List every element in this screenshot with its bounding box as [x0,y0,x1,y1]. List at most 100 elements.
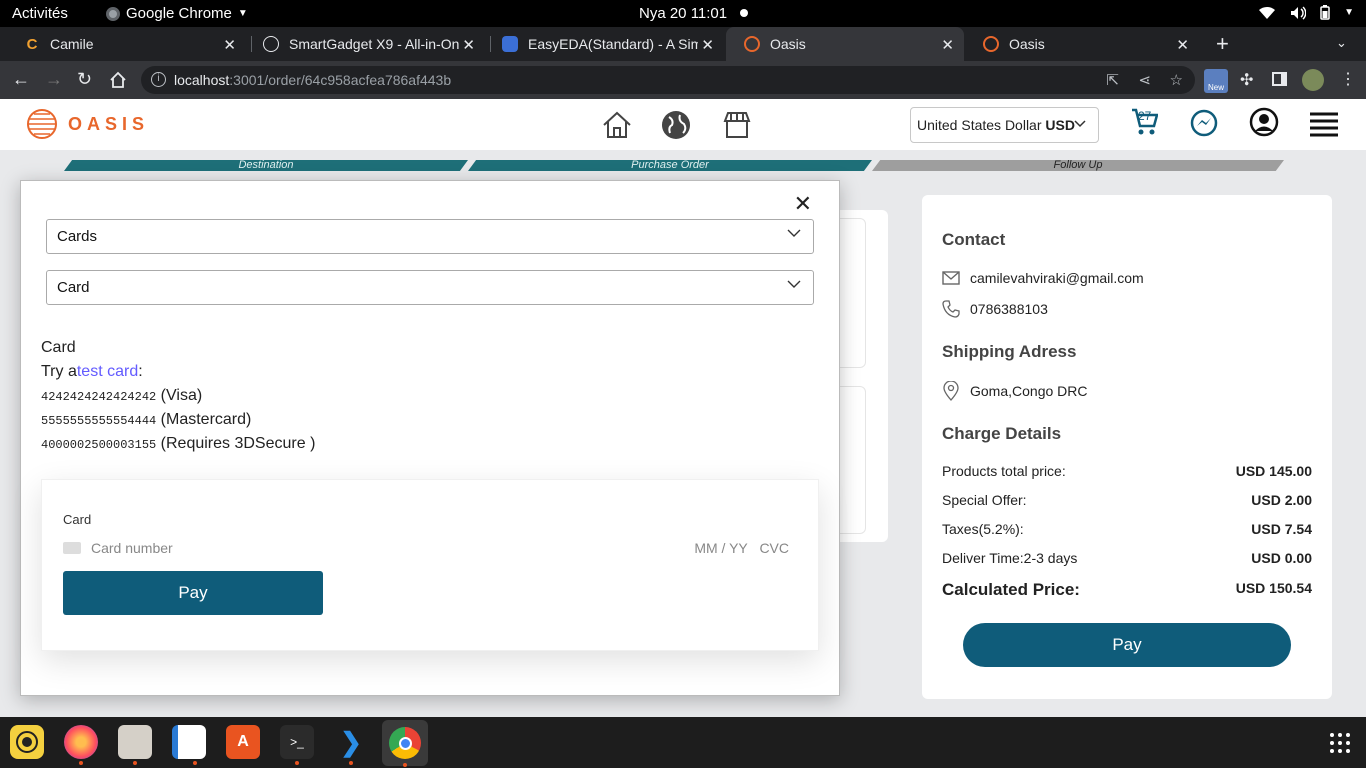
chevron-down-icon [1074,120,1086,128]
chevron-down-icon [787,229,801,237]
tab-title: Camile [50,36,94,52]
site-header: OASIS United States Dollar USD 27 [0,99,1366,150]
hamburger-menu-icon[interactable] [1309,111,1339,137]
url-text: localhost:3001/order/64c958acfea786af443… [174,72,452,88]
show-apps-icon[interactable] [1330,733,1350,753]
contact-email: camilevahviraki@gmail.com [942,270,1144,286]
logo-text: OASIS [68,113,150,134]
home-icon[interactable] [601,109,633,141]
card-number-input[interactable]: Card number [63,540,173,556]
rhythmbox-icon[interactable] [10,725,44,759]
caret-down-icon: ▼ [1344,7,1354,18]
chevron-down-icon [787,280,801,288]
bookmark-star-icon[interactable]: ☆ [1170,71,1183,89]
chrome-icon [106,6,120,21]
system-tray[interactable]: ▼ [1258,5,1354,20]
order-items-panel [828,210,888,542]
activities-button[interactable]: Activités [12,5,68,22]
tab-title: Oasis [770,36,806,52]
extension-new-icon[interactable]: New [1204,69,1228,93]
software-center-icon[interactable]: A [226,725,260,759]
share-icon[interactable]: ⋖ [1138,71,1151,89]
firefox-icon[interactable] [64,725,98,765]
tab-title: Oasis [1009,36,1045,52]
step-label: Purchase Order [631,159,709,171]
close-tab-icon[interactable]: ✕ [1176,36,1189,54]
payment-method-select[interactable]: Cards [46,219,814,254]
email-text: camilevahviraki@gmail.com [970,270,1144,286]
oasis-logo[interactable]: OASIS [26,108,149,140]
running-indicator [133,761,137,765]
open-in-new-icon[interactable]: ⇱ [1106,71,1119,89]
messenger-icon[interactable] [1190,109,1218,137]
app-name: Google Chrome [126,5,232,22]
expiry-input[interactable]: MM / YY [694,540,747,556]
running-indicator [193,761,197,765]
close-tab-icon[interactable]: ✕ [462,36,475,54]
globe-icon[interactable] [660,109,692,141]
currency-name: United States Dollar [917,117,1042,133]
clock[interactable]: Nya 20 11:01 [639,5,727,22]
new-tab-icon[interactable]: + [1216,31,1229,57]
cvc-input[interactable]: CVC [759,540,789,556]
forward-icon[interactable]: → [45,69,63,90]
close-icon[interactable]: ✕ [794,191,812,217]
tab-search-icon[interactable]: ⌄ [1336,35,1347,51]
battery-icon [1320,5,1330,20]
user-account-icon[interactable] [1249,107,1279,137]
close-tab-icon[interactable]: ✕ [701,36,714,54]
summary-pay-button[interactable]: Pay [963,623,1291,667]
currency-code: USD [1045,117,1075,133]
store-icon[interactable] [721,109,753,141]
app-menu[interactable]: Google Chrome ▼ [106,5,248,22]
wifi-icon [1259,6,1276,19]
browser-tab[interactable]: Oasis ✕ [965,27,1203,61]
browser-tab[interactable]: EasyEDA(Standard) - A Sim ✕ [484,27,722,61]
chrome-menu-icon[interactable]: ⋮ [1340,69,1356,89]
easyeda-icon [502,36,518,52]
shipping-heading: Shipping Adress [942,342,1077,361]
close-tab-icon[interactable]: ✕ [223,36,236,54]
web-page: OASIS United States Dollar USD 27 Destin… [0,99,1366,717]
charge-line: Special Offer: USD 2.00 [942,492,1312,508]
test-card-link[interactable]: test card [77,363,138,380]
payment-type-select[interactable]: Card [46,270,814,305]
terminal-icon[interactable]: >_ [280,725,314,765]
browser-tab-active[interactable]: Oasis ✕ [726,27,964,61]
payment-modal: ✕ Cards Card Card Try atest card: 424242… [20,180,840,696]
pay-button[interactable]: Pay [63,571,323,615]
url-bar[interactable]: i localhost:3001/order/64c958acfea786af4… [141,66,1195,94]
writer-icon[interactable] [172,725,206,765]
volume-icon [1291,5,1307,20]
profile-avatar[interactable] [1302,69,1324,91]
close-tab-icon[interactable]: ✕ [941,36,954,54]
vscode-icon[interactable]: ❯ [334,725,368,765]
contact-phone: 0786388103 [942,300,1048,318]
files-icon[interactable] [118,725,152,765]
chrome-icon[interactable] [382,720,428,767]
back-icon[interactable]: ← [12,69,30,90]
c-icon: C [26,35,38,53]
running-indicator [403,763,407,767]
test-card-hint: Try atest card: [41,363,143,380]
cart-button[interactable]: 27 [1130,107,1159,137]
extensions-puzzle-icon[interactable]: ✣ [1240,70,1253,90]
test-card-mastercard: 5555555555554444 (Mastercard) [41,411,252,428]
home-icon[interactable] [109,71,127,89]
browser-toolbar: ← → ↻ i localhost:3001/order/64c958acfea… [0,61,1366,99]
reload-icon[interactable]: ↻ [77,69,92,90]
progress-step-purchase-order: Purchase Order [468,160,872,171]
card-heading: Card [41,339,76,356]
oasis-icon [744,36,760,52]
running-indicator [295,761,299,765]
charge-line: Deliver Time:2-3 days USD 0.00 [942,550,1312,566]
currency-select[interactable]: United States Dollar USD [910,107,1099,143]
taskbar-dock: A >_ ❯ [0,717,1366,768]
expiry-cvc-input[interactable]: MM / YY CVC [694,540,789,556]
browser-tab[interactable]: SmartGadget X9 - All-in-On ✕ [245,27,491,61]
notification-dot [740,9,748,17]
tab-title: SmartGadget X9 - All-in-On [289,36,459,52]
browser-tab[interactable]: C Camile ✕ [6,27,252,61]
site-info-icon[interactable]: i [151,72,166,87]
side-panel-icon[interactable] [1272,72,1287,86]
